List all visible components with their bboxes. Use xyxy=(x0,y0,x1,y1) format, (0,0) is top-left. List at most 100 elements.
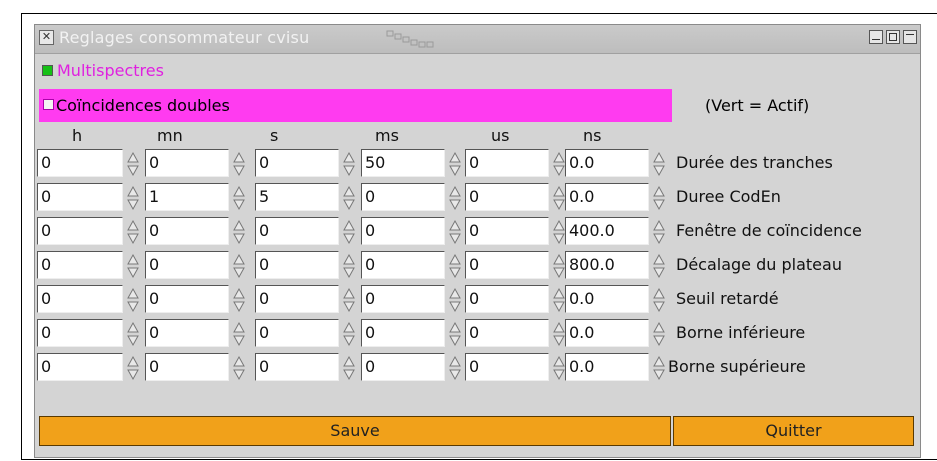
spinner-arrows-icon[interactable] xyxy=(448,219,462,245)
value-field-h[interactable]: 0 xyxy=(37,183,123,211)
value-field-us[interactable]: 0 xyxy=(465,285,549,313)
value-field-us[interactable]: 0 xyxy=(465,319,549,347)
spinner-arrows-icon[interactable] xyxy=(552,151,566,177)
spinner-arrows-icon[interactable] xyxy=(552,253,566,279)
value-field-h[interactable]: 0 xyxy=(37,319,123,347)
spinner-arrows-icon[interactable] xyxy=(232,287,246,313)
spinner-arrows-icon[interactable] xyxy=(126,219,140,245)
spinner-arrows-icon[interactable] xyxy=(448,185,462,211)
value-field-ns[interactable]: 0.0 xyxy=(565,353,649,381)
value-field-mn[interactable]: 0 xyxy=(145,353,229,381)
spinner-arrows-icon[interactable] xyxy=(232,321,246,347)
value-field-ns[interactable]: 400.0 xyxy=(565,217,649,245)
spinner-arrows-icon[interactable] xyxy=(232,253,246,279)
value-field-us[interactable]: 0 xyxy=(465,251,549,279)
spinner-arrows-icon[interactable] xyxy=(552,355,566,381)
value-field-h[interactable]: 0 xyxy=(37,149,123,177)
spinner-arrows-icon[interactable] xyxy=(232,185,246,211)
spinner-arrows-icon[interactable] xyxy=(126,185,140,211)
spinner-arrows-icon[interactable] xyxy=(652,287,666,313)
value-field-us[interactable]: 0 xyxy=(465,149,549,177)
value-field-ms[interactable]: 0 xyxy=(361,183,445,211)
spinner-arrows-icon[interactable] xyxy=(652,185,666,211)
quit-button[interactable]: Quitter xyxy=(673,416,914,446)
value-field-ms[interactable]: 0 xyxy=(361,217,445,245)
value-field-ns[interactable]: 0.0 xyxy=(565,319,649,347)
spinner-arrows-icon[interactable] xyxy=(342,321,356,347)
spinner-arrows-icon[interactable] xyxy=(126,355,140,381)
spinner-arrows-icon[interactable] xyxy=(126,321,140,347)
value-field-mn[interactable]: 0 xyxy=(145,251,229,279)
spinner-arrows-icon[interactable] xyxy=(342,287,356,313)
value-field-mn[interactable]: 1 xyxy=(145,183,229,211)
value-field-s[interactable]: 0 xyxy=(255,353,339,381)
spinner-arrows-icon[interactable] xyxy=(448,321,462,347)
spinner-arrows-icon[interactable] xyxy=(126,253,140,279)
value-field-mn[interactable]: 0 xyxy=(145,149,229,177)
spinner-arrows-icon[interactable] xyxy=(342,185,356,211)
value-field-us[interactable]: 0 xyxy=(465,183,549,211)
spinner-arrows-icon[interactable] xyxy=(342,253,356,279)
row-label: Décalage du plateau xyxy=(676,255,842,274)
spinner-arrows-icon[interactable] xyxy=(652,355,666,381)
active-legend: (Vert = Actif) xyxy=(705,96,810,115)
col-us: us xyxy=(491,126,510,145)
value-field-ns[interactable]: 0.0 xyxy=(565,285,649,313)
value-field-ms[interactable]: 0 xyxy=(361,285,445,313)
spinner-arrows-icon[interactable] xyxy=(448,253,462,279)
value-field-h[interactable]: 0 xyxy=(37,251,123,279)
spinner-arrows-icon[interactable] xyxy=(448,287,462,313)
spinner-arrows-icon[interactable] xyxy=(652,219,666,245)
spinner-arrows-icon[interactable] xyxy=(342,355,356,381)
value-field-ms[interactable]: 50 xyxy=(361,149,445,177)
value-field-s[interactable]: 0 xyxy=(255,285,339,313)
value-field-mn[interactable]: 0 xyxy=(145,319,229,347)
col-mn: mn xyxy=(157,126,183,145)
spinner-arrows-icon[interactable] xyxy=(652,253,666,279)
multispectres-toggle[interactable]: Multispectres xyxy=(35,55,920,85)
value-field-s[interactable]: 5 xyxy=(255,183,339,211)
spinner-arrows-icon[interactable] xyxy=(652,321,666,347)
spinner-arrows-icon[interactable] xyxy=(552,287,566,313)
spinner-arrows-icon[interactable] xyxy=(232,355,246,381)
value-field-h[interactable]: 0 xyxy=(37,285,123,313)
value-field-mn[interactable]: 0 xyxy=(145,217,229,245)
save-button[interactable]: Sauve xyxy=(39,416,671,446)
value-field-ns[interactable]: 0.0 xyxy=(565,149,649,177)
value-field-ms[interactable]: 0 xyxy=(361,251,445,279)
spinner-arrows-icon[interactable] xyxy=(342,219,356,245)
value-field-us[interactable]: 0 xyxy=(465,353,549,381)
spinner-arrows-icon[interactable] xyxy=(448,355,462,381)
spinner-arrows-icon[interactable] xyxy=(126,287,140,313)
spinner-arrows-icon[interactable] xyxy=(448,151,462,177)
value-field-ms[interactable]: 0 xyxy=(361,319,445,347)
coincidences-checkbox[interactable] xyxy=(43,99,54,110)
value-field-h[interactable]: 0 xyxy=(37,217,123,245)
spinner-arrows-icon[interactable] xyxy=(342,151,356,177)
minimize-button[interactable] xyxy=(869,30,883,44)
value-field-mn[interactable]: 0 xyxy=(145,285,229,313)
value-field-s[interactable]: 0 xyxy=(255,149,339,177)
value-field-s[interactable]: 0 xyxy=(255,217,339,245)
value-field-us[interactable]: 0 xyxy=(465,217,549,245)
spinner-arrows-icon[interactable] xyxy=(552,219,566,245)
spinner-arrows-icon[interactable] xyxy=(232,219,246,245)
value-field-ns[interactable]: 800.0 xyxy=(565,251,649,279)
spinner-arrows-icon[interactable] xyxy=(552,321,566,347)
value-field-s[interactable]: 0 xyxy=(255,319,339,347)
shade-button[interactable] xyxy=(903,30,917,44)
row-label: Borne inférieure xyxy=(676,323,806,342)
value-field-h[interactable]: 0 xyxy=(37,353,123,381)
title-bar[interactable]: ✕ Reglages consommateur cvisu xyxy=(35,25,920,54)
spinner-arrows-icon[interactable] xyxy=(232,151,246,177)
spinner-arrows-icon[interactable] xyxy=(126,151,140,177)
value-field-ms[interactable]: 0 xyxy=(361,353,445,381)
maximize-button[interactable] xyxy=(886,30,900,44)
window-menu-icon[interactable]: ✕ xyxy=(39,30,54,45)
spinner-arrows-icon[interactable] xyxy=(552,185,566,211)
coincidences-toggle[interactable]: Coïncidences doubles xyxy=(39,89,672,122)
value-field-ns[interactable]: 0.0 xyxy=(565,183,649,211)
spinner-arrows-icon[interactable] xyxy=(652,151,666,177)
value-field-s[interactable]: 0 xyxy=(255,251,339,279)
multispectres-checkbox[interactable] xyxy=(42,65,53,76)
